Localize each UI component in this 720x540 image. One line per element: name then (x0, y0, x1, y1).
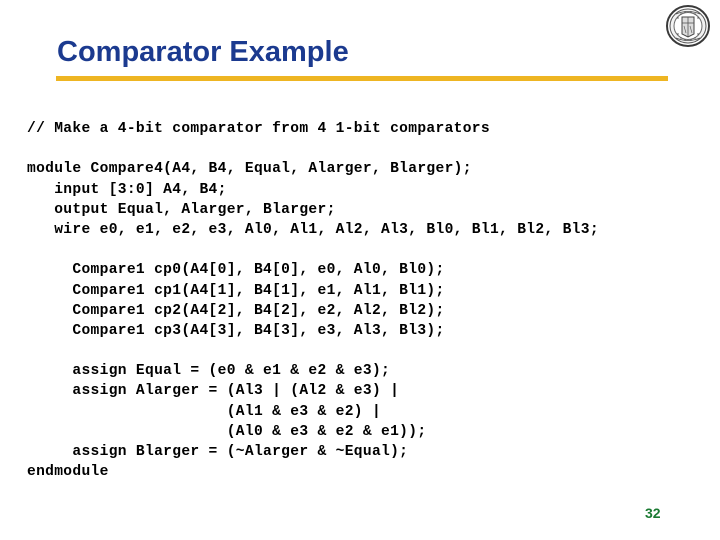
code-line: assign Blarger = (~Alarger & ~Equal); (27, 444, 409, 460)
code-line: Compare1 cp3(A4[3], B4[3], e3, Al3, Bl3)… (27, 322, 445, 339)
code-line: assign Equal = (e0 & e1 & e2 & e3); (27, 363, 391, 380)
slide: Comparator Example // Make a 4-bit compa… (0, 0, 720, 540)
code-line: (Al0 & e3 & e2 & e1)); (27, 423, 427, 440)
code-line: Compare1 cp2(A4[2], B4[2], e2, Al2, Bl2)… (27, 302, 445, 319)
university-seal-logo (664, 4, 712, 48)
code-line: Compare1 cp0(A4[0], B4[0], e0, Al0, Bl0)… (27, 262, 445, 279)
page-number: 32 (645, 505, 661, 521)
code-line: (Al1 & e3 & e2) | (27, 403, 382, 420)
code-line: assign Alarger = (Al3 | (Al2 & e3) | (27, 383, 400, 400)
code-line: module Compare4(A4, B4, Equal, Alarger, … (27, 161, 472, 178)
code-block: // Make a 4-bit comparator from 4 1-bit … (27, 119, 717, 482)
title-divider (56, 76, 668, 81)
code-line: Compare1 cp1(A4[1], B4[1], e1, Al1, Bl1)… (27, 282, 445, 299)
code-line: // Make a 4-bit comparator from 4 1-bit … (27, 121, 490, 137)
code-line: endmodule (27, 464, 109, 481)
code-line: input [3:0] A4, B4; (27, 181, 227, 198)
code-line: output Equal, Alarger, Blarger; (27, 201, 336, 218)
page-title: Comparator Example (57, 36, 349, 68)
code-line: wire e0, e1, e2, e3, Al0, Al1, Al2, Al3,… (27, 221, 599, 238)
